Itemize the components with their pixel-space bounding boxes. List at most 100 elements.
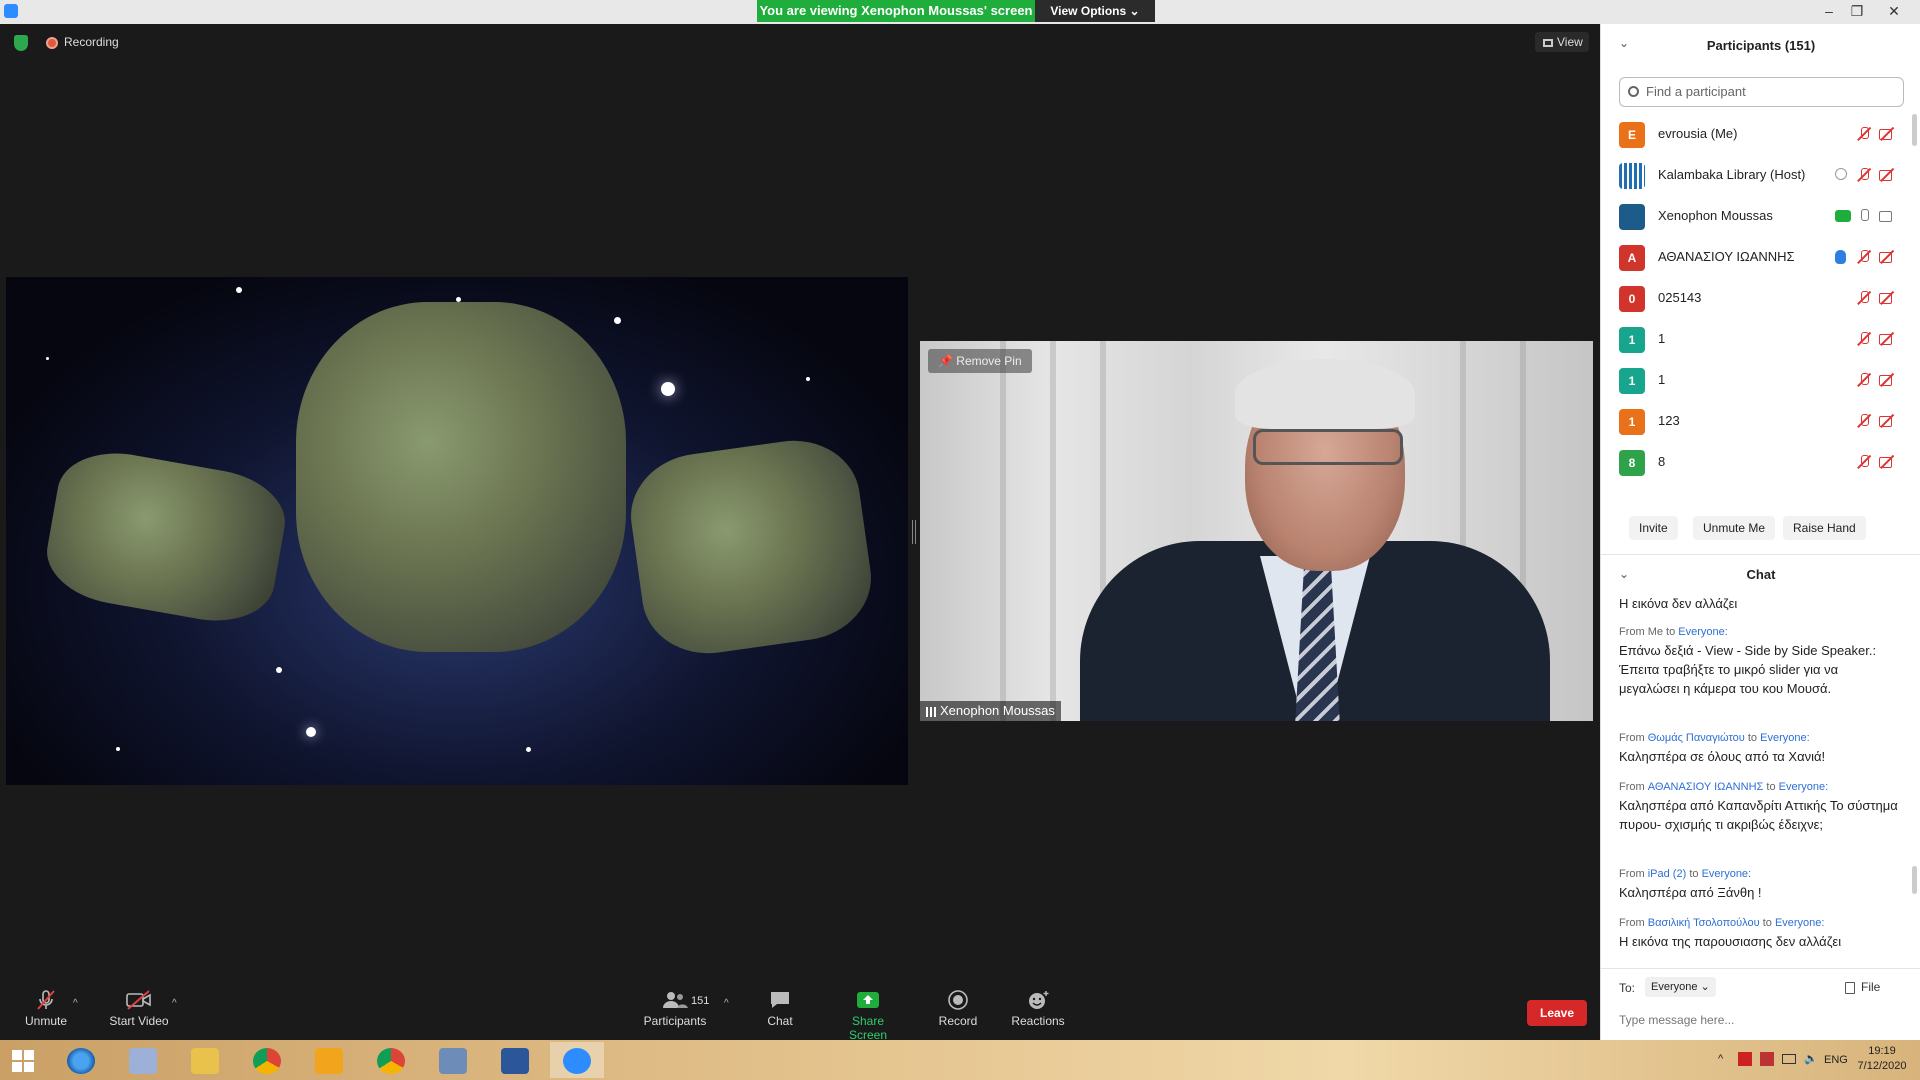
side-panel: ⌄ Participants (151) Find a participant … — [1600, 24, 1920, 1040]
participants-count: 151 — [691, 995, 710, 1007]
grid-icon — [1543, 38, 1553, 47]
participants-label: Participants — [643, 1014, 707, 1028]
participants-title: Participants (151) — [1706, 38, 1816, 53]
remove-pin-label: Remove Pin — [956, 354, 1022, 368]
title-bar: You are viewing Xenophon Moussas' screen… — [0, 0, 1920, 24]
network-icon[interactable] — [1782, 1054, 1796, 1064]
participant-row[interactable]: Kalambaka Library (Host) — [1601, 155, 1920, 196]
view-options-button[interactable]: View Options ⌄ — [1035, 0, 1155, 22]
participant-row[interactable]: 8 8 — [1601, 442, 1920, 483]
file-button[interactable]: File — [1845, 980, 1880, 994]
tray-app-icon[interactable] — [1760, 1052, 1774, 1066]
chat-button[interactable]: Chat — [760, 980, 800, 1040]
participant-row[interactable]: 1 1 — [1601, 360, 1920, 401]
recording-label: Recording — [64, 35, 119, 49]
video-off-icon — [1879, 168, 1895, 182]
message-meta: From ΑΘΑΝΑΣΙΟΥ ΙΩΑΝΝΗΣ to Everyone: — [1619, 781, 1829, 793]
file-label: File — [1861, 980, 1881, 994]
resize-handle[interactable] — [912, 520, 916, 544]
recipient-value: Everyone — [1651, 981, 1698, 993]
view-button[interactable]: View — [1535, 32, 1589, 52]
shield-icon[interactable] — [14, 35, 28, 51]
restore-button[interactable]: ❐ — [1843, 0, 1871, 22]
shared-screen[interactable] — [6, 277, 908, 785]
raised-hand-icon — [1835, 250, 1846, 264]
speaker-name-tag: Xenophon Moussas — [920, 701, 1061, 721]
participant-row[interactable]: Xenophon Moussas — [1601, 196, 1920, 237]
unmute-button[interactable]: Unmute — [18, 980, 74, 1040]
leave-button[interactable]: Leave — [1527, 1000, 1587, 1026]
mic-muted-icon — [1856, 168, 1872, 182]
participant-row[interactable]: 1 123 — [1601, 401, 1920, 442]
mic-muted-icon — [1856, 291, 1872, 305]
video-off-icon — [1879, 291, 1895, 305]
windows-start-icon[interactable] — [12, 1050, 34, 1072]
photos-icon[interactable] — [426, 1042, 480, 1078]
message-sender: Βασιλική Τσολοπούλου — [1647, 917, 1760, 929]
message-recipient: Everyone: — [1678, 626, 1728, 638]
chat-icon — [771, 992, 789, 1008]
files-icon[interactable] — [116, 1042, 170, 1078]
volume-icon[interactable]: 🔈 — [1804, 1052, 1818, 1065]
participant-name: 025143 — [1658, 290, 1702, 305]
chrome-profile-icon[interactable] — [364, 1042, 418, 1078]
participant-row[interactable]: 1 1 — [1601, 319, 1920, 360]
participant-row[interactable]: E evrousia (Me) — [1601, 114, 1920, 155]
clock-time: 19:19 — [1868, 1045, 1896, 1057]
participant-name: Kalambaka Library (Host) — [1658, 167, 1806, 182]
reactions-button[interactable]: Reactions — [1010, 980, 1066, 1040]
app-icon[interactable] — [302, 1042, 356, 1078]
share-screen-button[interactable]: Share Screen — [832, 980, 904, 1042]
minimize-button[interactable]: – — [1815, 0, 1843, 22]
audio-options-caret[interactable]: ^ — [73, 998, 78, 1009]
message-text: Καλησπέρα σε όλους από τα Χανιά! — [1619, 749, 1826, 764]
participant-row[interactable]: A ΑΘΑΝΑΣΙΟΥ ΙΩΑΝΝΗΣ — [1601, 237, 1920, 278]
clock-date: 7/12/2020 — [1857, 1060, 1907, 1072]
close-button[interactable]: ✕ — [1880, 0, 1908, 22]
video-options-caret[interactable]: ^ — [172, 998, 177, 1009]
to-label: To: — [1619, 981, 1636, 995]
chat-message: From ΑΘΑΝΑΣΙΟΥ ΙΩΑΝΝΗΣ to Everyone: Καλη… — [1619, 781, 1899, 834]
speaker-video[interactable]: 📌 Remove Pin Xenophon Moussas — [920, 341, 1593, 721]
reactions-label: Reactions — [1011, 1014, 1065, 1028]
chrome-icon[interactable] — [240, 1042, 294, 1078]
avatar: 1 — [1619, 368, 1645, 394]
unmute-me-button[interactable]: Unmute Me — [1693, 516, 1776, 540]
invite-button[interactable]: Invite — [1629, 516, 1678, 540]
participants-button[interactable]: Participants — [640, 980, 710, 1040]
record-button[interactable]: Record — [936, 980, 980, 1040]
tray-overflow-icon[interactable]: ^ — [1718, 1053, 1723, 1065]
avatar: 0 — [1619, 286, 1645, 312]
start-video-button[interactable]: Start Video — [104, 980, 174, 1040]
microphone-muted-icon — [37, 990, 55, 1010]
avatar — [1619, 163, 1645, 189]
mic-muted-icon — [1856, 455, 1872, 469]
tray-app-icon[interactable] — [1738, 1052, 1752, 1066]
participants-caret[interactable]: ^ — [724, 998, 729, 1009]
find-participant-input[interactable]: Find a participant — [1619, 77, 1904, 107]
chat-header: ⌄ Chat — [1601, 554, 1920, 590]
file-explorer-icon[interactable] — [178, 1042, 232, 1078]
chat-message-input[interactable] — [1619, 1009, 1899, 1031]
recipient-select[interactable]: Everyone ⌄ — [1645, 977, 1716, 997]
language-indicator[interactable]: ENG — [1824, 1054, 1848, 1066]
zoom-icon[interactable] — [550, 1042, 604, 1078]
remove-pin-button[interactable]: 📌 Remove Pin — [928, 349, 1032, 373]
internet-explorer-icon[interactable] — [54, 1042, 108, 1078]
participant-name: ΑΘΑΝΑΣΙΟΥ ΙΩΑΝΝΗΣ — [1658, 249, 1795, 264]
avatar: 8 — [1619, 450, 1645, 476]
chat-label: Chat — [767, 1014, 793, 1028]
chat-footer: To: Everyone ⌄ File — [1601, 968, 1920, 1040]
mic-muted-icon — [1856, 373, 1872, 387]
mechanism-fragment-right — [623, 431, 879, 663]
participant-row[interactable]: 0 025143 — [1601, 278, 1920, 319]
message-text: Καλησπέρα από Καπανδρίτι Αττικής Το σύστ… — [1619, 798, 1898, 832]
word-icon[interactable] — [488, 1042, 542, 1078]
chevron-down-icon: ⌄ — [1700, 981, 1710, 993]
record-icon — [948, 990, 968, 1010]
participant-name: 1 — [1658, 331, 1666, 346]
message-recipient: Everyone: — [1778, 781, 1829, 793]
chat-scrollbar[interactable] — [1912, 866, 1917, 894]
clock[interactable]: 19:19 7/12/2020 — [1852, 1044, 1912, 1074]
raise-hand-button[interactable]: Raise Hand — [1783, 516, 1866, 540]
